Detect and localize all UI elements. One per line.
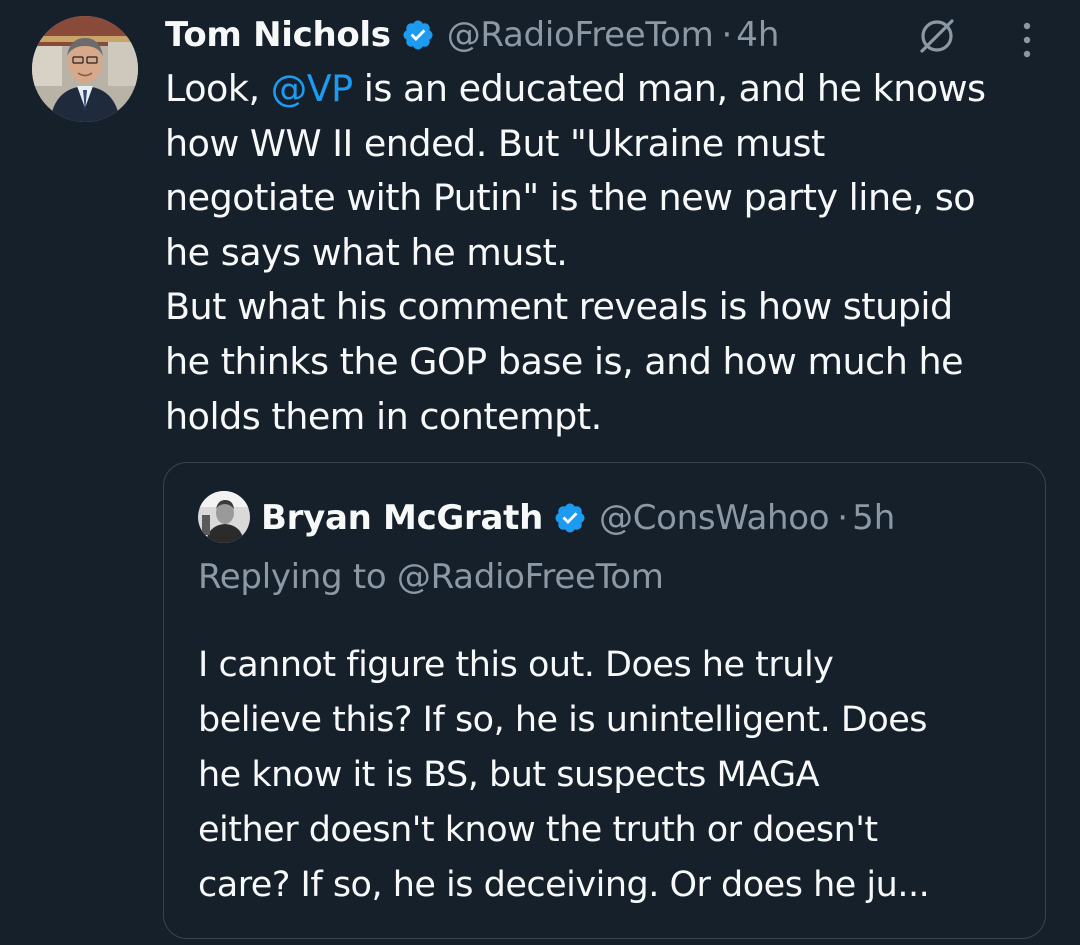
tweet-text-line: holds them in contempt. [165,394,602,438]
more-options-icon[interactable] [1010,18,1044,62]
grok-icon[interactable] [915,14,959,58]
quoted-tweet-text: I cannot figure this out. Does he truly … [198,638,1038,913]
tweet-text-line: negotiate with Putin" is the new party l… [165,176,976,220]
verified-badge-icon[interactable] [553,501,587,535]
tweet-text: Look, @VP is an educated man, and he kno… [165,62,1070,444]
tweet-timestamp[interactable]: 4h [736,15,779,55]
header-separator: · [721,15,733,55]
tweet-text-line: he says what he must. [165,230,568,274]
tweet-text-line: how WW II ended. But "Ukraine must [165,121,825,165]
author-avatar[interactable] [32,16,138,122]
quoted-text-line: care? If so, he is deceiving. Or does he… [198,865,930,905]
tweet-text-line: he thinks the GOP base is, and how much … [165,339,964,383]
quoted-text-line: I cannot figure this out. Does he truly [198,645,834,685]
mention-link[interactable]: @VP [271,67,353,110]
quoted-author-name[interactable]: Bryan McGrath [261,498,543,538]
quoted-text-line: believe this? If so, he is unintelligent… [198,700,928,740]
tweet-text-line: Look, @VP is an educated man, and he kno… [165,67,986,110]
quoted-author-avatar[interactable] [198,491,250,543]
quoted-tweet-card[interactable]: Bryan McGrath @ConsWahoo · 5h Replying t… [163,462,1046,939]
verified-badge-icon[interactable] [401,18,435,52]
quoted-text-line: either doesn't know the truth or doesn't [198,810,878,850]
quoted-tweet-timestamp[interactable]: 5h [852,498,895,538]
tweet-text-line: But what his comment reveals is how stup… [165,285,953,329]
quoted-text-line: he know it is BS, but suspects MAGA [198,755,820,795]
tweet-header: Tom Nichols @RadioFreeTom · 4h [165,12,779,58]
replying-to-label: Replying to @RadioFreeTom [198,557,664,597]
quoted-author-handle[interactable]: @ConsWahoo [599,498,830,538]
author-name[interactable]: Tom Nichols [165,15,391,55]
quoted-header-separator: · [837,498,849,538]
author-handle[interactable]: @RadioFreeTom [447,15,714,55]
quoted-tweet-header: Bryan McGrath @ConsWahoo · 5h [261,493,895,543]
